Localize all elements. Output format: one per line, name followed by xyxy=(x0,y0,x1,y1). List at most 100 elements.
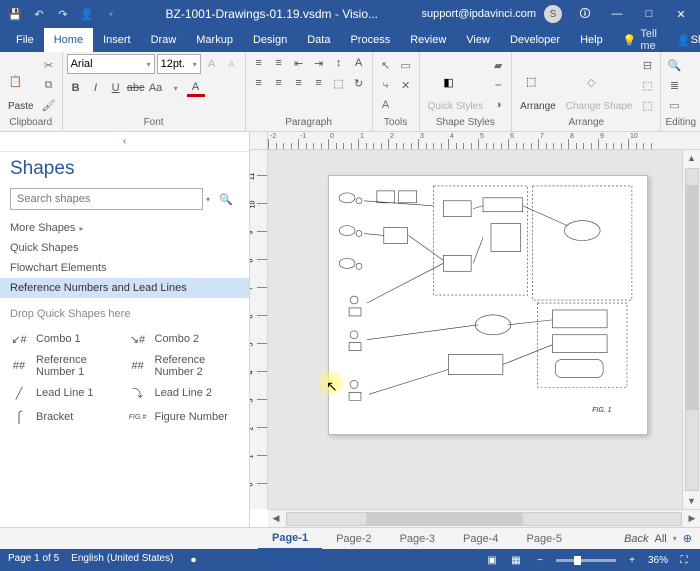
flowchart-elements-item[interactable]: Flowchart Elements xyxy=(0,258,249,278)
font-color-icon[interactable]: A xyxy=(187,79,205,97)
page-indicator[interactable]: Page 1 of 5 xyxy=(8,553,59,567)
numbering-icon[interactable]: ≡ xyxy=(270,54,288,72)
page-tab-3[interactable]: Page-3 xyxy=(386,528,449,550)
tell-me-button[interactable]: 💡Tell me xyxy=(613,28,667,52)
tab-insert[interactable]: Insert xyxy=(93,28,141,52)
shape-refnum-2[interactable]: ##Reference Number 2 xyxy=(127,354,242,378)
quick-shapes-item[interactable]: Quick Shapes xyxy=(0,238,249,258)
zoom-in-button[interactable]: + xyxy=(624,553,640,567)
tab-file[interactable]: File xyxy=(6,28,44,52)
drawing-canvas[interactable]: FIG. 1 xyxy=(268,150,700,509)
font-size-select[interactable]: 12pt.▾ xyxy=(157,54,201,74)
decrease-font-icon[interactable]: A xyxy=(223,55,241,73)
rotate-text-icon[interactable]: ↻ xyxy=(350,74,368,92)
tab-help[interactable]: Help xyxy=(570,28,613,52)
vertical-scrollbar[interactable]: ▲ ▼ xyxy=(682,150,700,509)
fill-icon[interactable]: ▰ xyxy=(489,56,507,74)
reference-numbers-item[interactable]: Reference Numbers and Lead Lines xyxy=(0,278,249,298)
text-tool-icon[interactable]: A xyxy=(377,96,395,114)
underline-button[interactable]: U xyxy=(107,79,125,97)
layers-icon[interactable]: ≣ xyxy=(665,76,683,94)
inc-indent-icon[interactable]: ⇥ xyxy=(310,54,328,72)
page-tab-4[interactable]: Page-4 xyxy=(449,528,512,550)
user-icon[interactable]: 👤 xyxy=(76,2,98,26)
paste-button[interactable]: 📋 Paste xyxy=(4,54,38,114)
scroll-up-icon[interactable]: ▲ xyxy=(684,150,700,166)
drawing-page[interactable]: FIG. 1 xyxy=(328,175,648,435)
add-page-button[interactable]: ⊕ xyxy=(683,532,692,545)
align-left-icon[interactable]: ≡ xyxy=(250,74,268,92)
shapes-collapse-button[interactable]: ‹ xyxy=(0,132,249,152)
change-case-button[interactable]: Aa xyxy=(147,79,165,97)
shape-leadline-2[interactable]: ⤵Lead Line 2 xyxy=(127,384,242,402)
close-button[interactable]: ✕ xyxy=(666,1,696,27)
macro-record-icon[interactable]: ⏺ xyxy=(185,553,201,567)
search-dropdown-icon[interactable]: ▾ xyxy=(203,195,213,204)
change-shape-button[interactable]: ◇ Change Shape xyxy=(562,54,637,114)
all-pages-button[interactable]: All xyxy=(655,533,667,545)
align-center-icon[interactable]: ≡ xyxy=(270,74,288,92)
shape-combo-2[interactable]: ↘#Combo 2 xyxy=(127,330,242,348)
strike-button[interactable]: abc xyxy=(127,79,145,97)
text-direction-icon[interactable]: A xyxy=(350,54,368,72)
pointer-tool-icon[interactable]: ↖ xyxy=(377,56,395,74)
search-input[interactable] xyxy=(10,188,203,210)
page-tab-1[interactable]: Page-1 xyxy=(258,528,322,550)
maximize-button[interactable]: □ xyxy=(634,1,664,27)
align-top-icon[interactable]: ⬚ xyxy=(330,74,348,92)
zoom-out-button[interactable]: − xyxy=(532,553,548,567)
page-tab-2[interactable]: Page-2 xyxy=(322,528,385,550)
window-help-icon[interactable]: 🛈 xyxy=(570,1,600,27)
italic-button[interactable]: I xyxy=(87,79,105,97)
align-icon[interactable]: ⊟ xyxy=(638,56,656,74)
tab-design[interactable]: Design xyxy=(243,28,297,52)
format-painter-icon[interactable]: 🖌 xyxy=(40,96,58,114)
search-icon[interactable]: 🔍 xyxy=(213,188,239,210)
tab-draw[interactable]: Draw xyxy=(141,28,187,52)
select-icon[interactable]: ▭ xyxy=(665,96,683,114)
find-icon[interactable]: 🔍 xyxy=(665,56,683,74)
bold-button[interactable]: B xyxy=(67,79,85,97)
shape-leadline-1[interactable]: ╱Lead Line 1 xyxy=(8,384,123,402)
zoom-slider[interactable] xyxy=(556,559,616,562)
font-name-select[interactable]: Arial▾ xyxy=(67,54,155,74)
rectangle-tool-icon[interactable]: ▭ xyxy=(397,56,415,74)
font-more[interactable]: ▾ xyxy=(167,79,185,97)
scroll-right-icon[interactable]: ▶ xyxy=(684,511,700,527)
connect-point-icon[interactable]: ✕ xyxy=(397,76,415,94)
line-icon[interactable]: ⎯ xyxy=(489,76,507,94)
redo-icon[interactable]: ↷ xyxy=(52,2,74,26)
position-icon[interactable]: ⬚ xyxy=(638,96,656,114)
line-spacing-icon[interactable]: ↕ xyxy=(330,54,348,72)
h-scroll-thumb[interactable] xyxy=(366,513,524,525)
justify-icon[interactable]: ≡ xyxy=(310,74,328,92)
scroll-left-icon[interactable]: ◀ xyxy=(268,511,284,527)
tab-home[interactable]: Home xyxy=(44,28,93,52)
bullets-icon[interactable]: ≡ xyxy=(250,54,268,72)
account-email[interactable]: support@ipdavinci.com xyxy=(422,8,537,20)
tab-review[interactable]: Review xyxy=(400,28,456,52)
qat-more-icon[interactable]: ▾ xyxy=(100,2,122,26)
connector-tool-icon[interactable]: ⤷ xyxy=(377,76,395,94)
language-indicator[interactable]: English (United States) xyxy=(71,553,173,567)
increase-font-icon[interactable]: A xyxy=(203,55,221,73)
tab-markup[interactable]: Markup xyxy=(186,28,243,52)
tab-process[interactable]: Process xyxy=(340,28,400,52)
group-icon[interactable]: ⬚ xyxy=(638,76,656,94)
tab-data[interactable]: Data xyxy=(297,28,340,52)
minimize-button[interactable]: — xyxy=(602,1,632,27)
shape-combo-1[interactable]: ↙#Combo 1 xyxy=(8,330,123,348)
avatar[interactable]: S xyxy=(544,5,562,23)
align-right-icon[interactable]: ≡ xyxy=(290,74,308,92)
tab-view[interactable]: View xyxy=(456,28,500,52)
dec-indent-icon[interactable]: ⇤ xyxy=(290,54,308,72)
shape-bracket[interactable]: ⎧Bracket xyxy=(8,408,123,426)
page-tab-5[interactable]: Page-5 xyxy=(513,528,576,550)
save-icon[interactable]: 💾 xyxy=(4,2,26,26)
quick-styles-button[interactable]: ◧ Quick Styles xyxy=(424,54,488,114)
fit-to-window-icon[interactable]: ⛶ xyxy=(676,553,692,567)
effects-icon[interactable]: ◑ xyxy=(489,96,507,114)
copy-icon[interactable]: ⧉ xyxy=(40,76,58,94)
undo-icon[interactable]: ↶ xyxy=(28,2,50,26)
vertical-ruler[interactable]: 11109876543210-1 xyxy=(250,150,268,509)
